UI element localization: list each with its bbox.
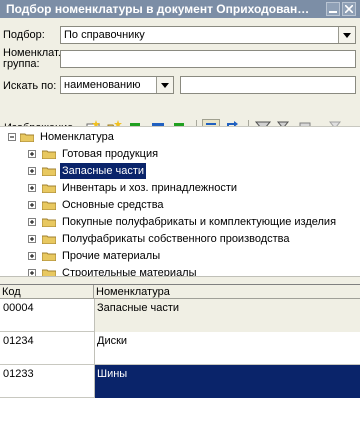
folder-icon (42, 184, 56, 193)
nomenclature-tree[interactable]: Номенклатура Готовая продукция Запасные … (0, 126, 360, 277)
folder-icon (42, 150, 56, 159)
window-controls (320, 0, 360, 18)
collapse-icon[interactable] (8, 133, 16, 141)
tree-item-label: Инвентарь и хоз. принадлежности (62, 182, 238, 194)
search-by-label: Искать по: (3, 80, 57, 92)
table-row[interactable]: 01233 Шины (0, 365, 360, 398)
tree-root-label: Номенклатура (40, 131, 114, 143)
cell-name: Шины (94, 365, 360, 398)
expand-icon[interactable] (28, 184, 36, 192)
column-divider (94, 299, 95, 398)
group-label-line2: группа: (3, 58, 40, 70)
expand-icon[interactable] (28, 235, 36, 243)
tree-item-label: Основные средства (62, 199, 164, 211)
search-input[interactable] (180, 76, 356, 94)
cell-code: 01234 (3, 335, 34, 347)
cell-name: Запасные части (94, 299, 360, 332)
tree-item-label: Запасные части (60, 163, 147, 179)
chevron-down-icon (343, 33, 351, 38)
folder-icon (42, 252, 56, 261)
close-button[interactable] (342, 2, 356, 16)
search-by-select[interactable]: наименованию (60, 76, 174, 94)
expand-icon[interactable] (28, 218, 36, 226)
folder-icon (42, 235, 56, 244)
minimize-icon (329, 11, 337, 13)
tree-item-label: Прочие материалы (62, 250, 161, 262)
podbor-value: По справочнику (64, 29, 145, 41)
window-title: Подбор номенклатуры в документ Оприходов… (6, 2, 316, 16)
cell-code: 01233 (3, 368, 34, 380)
podbor-dropdown-button[interactable] (338, 27, 355, 43)
minimize-button[interactable] (326, 2, 340, 16)
folder-icon (42, 167, 56, 176)
table-row[interactable]: 00004 Запасные части (0, 299, 360, 332)
window-title-bar[interactable]: Подбор номенклатуры в документ Оприходов… (0, 0, 360, 18)
cell-name: Диски (97, 335, 128, 347)
expand-icon[interactable] (28, 167, 36, 175)
search-by-value: наименованию (64, 79, 141, 91)
tree-item-label: Готовая продукция (62, 148, 159, 160)
expand-icon[interactable] (28, 150, 36, 158)
table-row[interactable]: 01234 Диски (0, 332, 360, 365)
cell-code: 00004 (3, 302, 34, 314)
close-icon (345, 5, 353, 13)
expand-icon[interactable] (28, 252, 36, 260)
chevron-down-icon (161, 83, 169, 88)
column-header-code[interactable]: Код (0, 285, 94, 299)
podbor-select[interactable]: По справочнику (60, 26, 356, 44)
tree-item-label: Полуфабрикаты собственного производства (62, 233, 290, 245)
folder-icon (42, 218, 56, 227)
search-by-dropdown-button[interactable] (156, 77, 173, 93)
group-field[interactable] (60, 50, 356, 68)
selected-items-table[interactable]: Код Номенклатура 00004 Запасные части 01… (0, 284, 360, 430)
expand-icon[interactable] (28, 201, 36, 209)
podbor-label: Подбор: (3, 29, 45, 41)
column-header-name[interactable]: Номенклатура (94, 285, 360, 299)
selection-panel: Подбор: По справочнику Номенклат. группа… (0, 18, 360, 137)
folder-icon (20, 133, 34, 142)
tree-item-label: Покупные полуфабрикаты и комплектующие и… (62, 216, 337, 228)
folder-icon (42, 201, 56, 210)
